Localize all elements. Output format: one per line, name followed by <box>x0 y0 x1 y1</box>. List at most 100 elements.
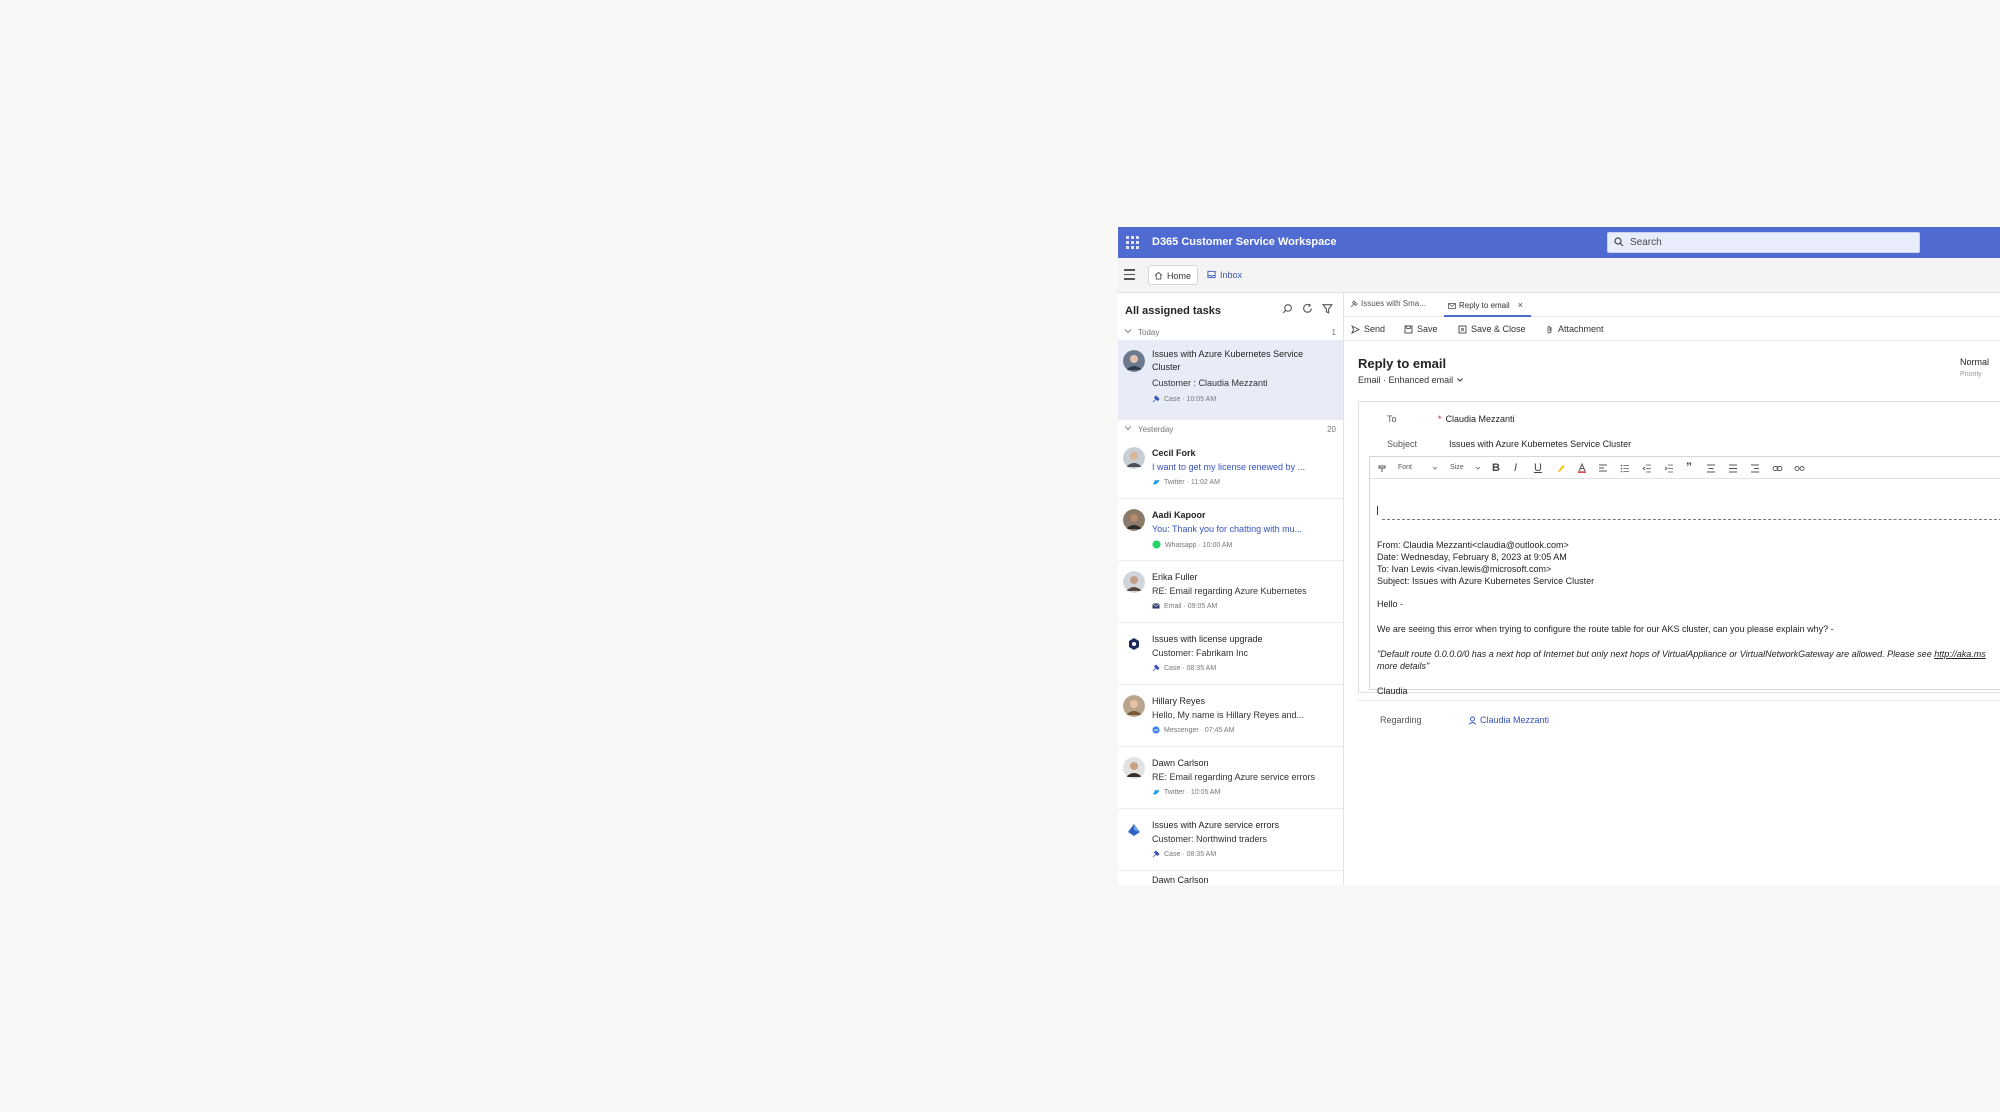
task-subtitle: You: Thank you for chatting with mu... <box>1152 524 1303 534</box>
italic-icon[interactable]: I <box>1514 462 1517 474</box>
bulleted-list-icon[interactable] <box>1620 464 1630 473</box>
font-color-icon[interactable] <box>1577 463 1587 473</box>
group-count: 20 <box>1327 425 1336 434</box>
font-select[interactable]: Font <box>1398 464 1412 471</box>
email-icon <box>1448 303 1456 309</box>
format-painter-icon[interactable] <box>1378 463 1388 473</box>
search-icon[interactable] <box>1282 303 1293 314</box>
regarding-section: Regarding Claudia Mezzanti <box>1358 700 2000 738</box>
justify-icon[interactable] <box>1728 464 1738 473</box>
task-item[interactable]: Hillary Reyes Hello, My name is Hillary … <box>1118 685 1343 747</box>
messenger-icon <box>1152 726 1160 734</box>
task-title: Aadi Kapoor <box>1152 510 1206 520</box>
align-left-icon[interactable] <box>1598 464 1608 473</box>
form-selector[interactable]: Email · Enhanced email <box>1358 375 1464 385</box>
task-item[interactable]: Issues with Azure Kubernetes Service Clu… <box>1118 340 1343 420</box>
assigned-tasks-pane: All assigned tasks Today 1 Issues with A… <box>1118 293 1344 885</box>
chevron-down-icon <box>1456 378 1463 382</box>
task-subtitle: Hello, My name is Hillary Reyes and... <box>1152 710 1305 720</box>
align-center-icon[interactable] <box>1706 464 1716 473</box>
group-header-yesterday[interactable]: Yesterday 20 <box>1118 422 1344 437</box>
unlink-icon[interactable] <box>1794 464 1805 473</box>
task-subtitle: Customer: Fabrikam Inc <box>1152 648 1249 658</box>
task-meta: Case · 10:05 AM <box>1152 395 1216 403</box>
command-bar: Send Save Save & Close Attachment <box>1344 317 2000 341</box>
whatsapp-icon <box>1152 540 1161 549</box>
save-icon <box>1404 325 1413 334</box>
quote-icon[interactable]: ” <box>1686 460 1692 474</box>
filter-icon[interactable] <box>1322 303 1333 314</box>
group-label: Today <box>1138 328 1160 337</box>
subject-field[interactable]: Issues with Azure Kubernetes Service Clu… <box>1449 439 1631 449</box>
tab-inbox-label: Inbox <box>1220 270 1243 280</box>
group-header-today[interactable]: Today 1 <box>1118 325 1344 340</box>
inbox-icon <box>1207 270 1216 279</box>
task-subtitle: RE: Email regarding Azure Kubernetes <box>1152 586 1307 596</box>
save-close-icon <box>1458 325 1467 334</box>
quoted-to: To: Ivan Lewis <ivan.lewis@microsoft.com… <box>1377 564 1552 574</box>
save-and-close-button[interactable]: Save & Close <box>1458 324 1526 334</box>
email-body: We are seeing this error when trying to … <box>1377 624 1834 634</box>
session-tab-reply-to-email[interactable]: Reply to email × <box>1444 295 1531 317</box>
rich-text-editor[interactable]: Font Size B I U ” From: Claudia Mezzanti… <box>1369 456 2000 696</box>
link-icon[interactable] <box>1772 464 1783 473</box>
app-launcher-icon[interactable] <box>1126 236 1139 249</box>
size-select[interactable]: Size <box>1450 464 1464 471</box>
task-item[interactable]: Erika Fuller RE: Email regarding Azure K… <box>1118 561 1343 623</box>
tab-inbox[interactable]: Inbox <box>1202 265 1248 285</box>
task-title: Issues with Azure Kubernetes Service Clu… <box>1152 349 1304 372</box>
underline-icon[interactable]: U <box>1534 462 1542 474</box>
task-item[interactable]: Dawn Carlson <box>1118 871 1343 885</box>
error-link[interactable]: http://aka.ms <box>1934 649 1986 659</box>
task-item[interactable]: Issues with Azure service errors Custome… <box>1118 809 1343 871</box>
task-item[interactable]: Cecil Fork I want to get my license rene… <box>1118 437 1343 499</box>
regarding-link[interactable]: Claudia Mezzanti <box>1468 715 1549 725</box>
task-item[interactable]: Issues with license upgrade Customer: Fa… <box>1118 623 1343 685</box>
case-icon <box>1152 664 1160 672</box>
task-meta: Case · 08:35 AM <box>1152 664 1216 672</box>
subject-label: Subject <box>1387 439 1418 449</box>
task-title: Dawn Carlson <box>1152 758 1209 768</box>
task-item[interactable]: Dawn Carlson RE: Email regarding Azure s… <box>1118 747 1343 809</box>
highlight-icon[interactable] <box>1556 463 1566 473</box>
align-right-icon[interactable] <box>1750 464 1760 473</box>
close-icon[interactable]: × <box>1518 300 1523 310</box>
task-item[interactable]: Aadi Kapoor You: Thank you for chatting … <box>1118 499 1343 561</box>
refresh-icon[interactable] <box>1302 303 1313 314</box>
email-greeting: Hello - <box>1377 599 1404 609</box>
quoted-from: From: Claudia Mezzanti<claudia@outlook.c… <box>1377 540 1569 550</box>
editor-toolbar: Font Size B I U ” <box>1370 457 2000 479</box>
search-box[interactable]: Search <box>1607 232 1920 253</box>
quoted-header: From: Claudia Mezzanti<claudia@outlook.c… <box>1377 539 1594 587</box>
hamburger-menu-icon[interactable] <box>1124 269 1135 280</box>
group-count: 1 <box>1331 328 1336 337</box>
app-title[interactable]: D365 Customer Service Workspace <box>1152 236 1336 248</box>
required-marker: * <box>1438 414 1442 424</box>
decrease-indent-icon[interactable] <box>1642 464 1652 473</box>
save-button[interactable]: Save <box>1404 324 1438 334</box>
tab-home[interactable]: Home <box>1148 265 1199 285</box>
chevron-down-icon <box>1475 466 1481 470</box>
error-text: "Default route 0.0.0.0/0 has a next hop … <box>1377 649 1935 659</box>
tab-home-label: Home <box>1167 271 1192 281</box>
task-subtitle: Customer : Claudia Mezzanti <box>1152 378 1268 388</box>
to-field[interactable]: * Claudia Mezzanti <box>1438 414 1515 424</box>
task-meta: Email · 09:05 AM <box>1152 602 1217 610</box>
increase-indent-icon[interactable] <box>1664 464 1674 473</box>
bold-icon[interactable]: B <box>1492 462 1500 474</box>
task-meta: Case · 08:35 AM <box>1152 850 1216 858</box>
case-icon <box>1152 850 1160 858</box>
send-button[interactable]: Send <box>1351 324 1385 334</box>
case-icon <box>1152 395 1160 403</box>
attachment-button[interactable]: Attachment <box>1545 324 1604 334</box>
avatar <box>1123 350 1145 372</box>
priority-label: Priority <box>1960 371 1982 378</box>
twitter-icon <box>1153 789 1160 795</box>
task-title: Hillary Reyes <box>1152 696 1206 706</box>
session-tab-case[interactable]: Issues with Sma... <box>1350 299 1426 308</box>
search-icon <box>1614 237 1624 247</box>
priority-field[interactable]: Normal Priority <box>1960 357 2000 378</box>
task-subtitle: I want to get my license renewed by ... <box>1152 462 1306 472</box>
search-placeholder: Search <box>1630 237 1662 248</box>
group-label: Yesterday <box>1138 425 1174 434</box>
